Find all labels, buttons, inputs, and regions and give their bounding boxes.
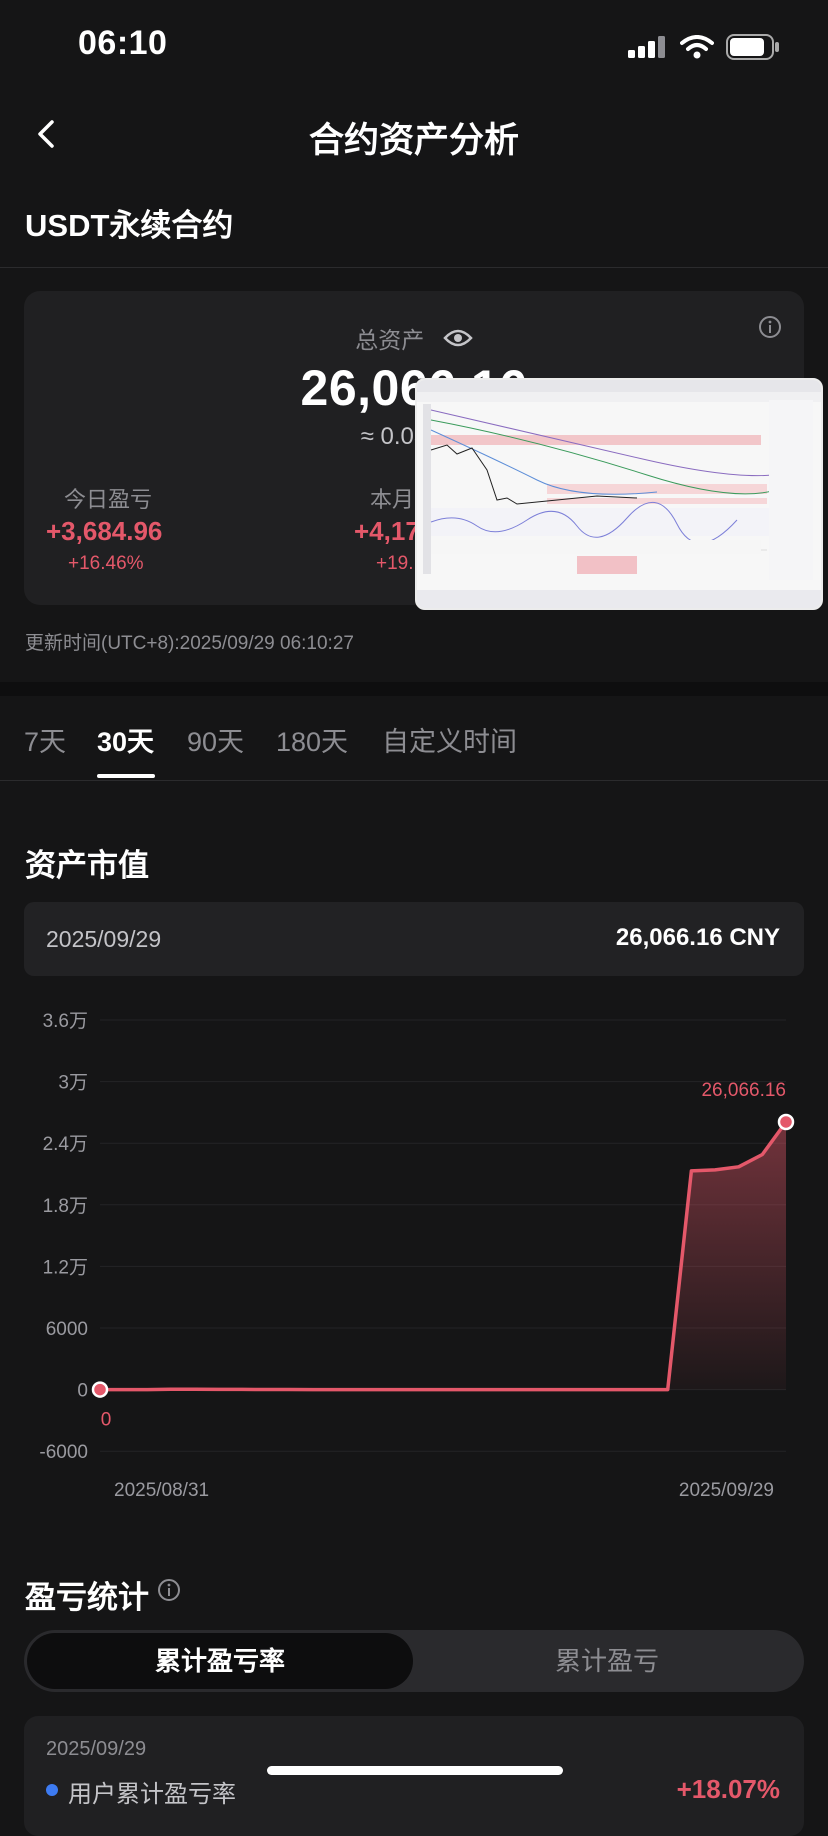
wifi-icon: [680, 35, 714, 59]
chart-start-point: [91, 1381, 109, 1398]
status-icons: [628, 32, 780, 62]
toggle-cumulative-rate[interactable]: 累计盈亏率: [27, 1633, 413, 1689]
y-tick-label: 6000: [46, 1319, 88, 1340]
today-pnl-value: +3,684.96: [46, 516, 163, 546]
tab-180d[interactable]: 180天: [276, 720, 348, 759]
pip-video-thumbnail: [417, 380, 821, 608]
info-icon[interactable]: [157, 1578, 181, 1602]
total-asset-label-row: 总资产: [24, 321, 804, 355]
info-icon[interactable]: [758, 315, 782, 339]
chart-start-label: 0: [101, 1410, 112, 1431]
pl-detail-value: +18.07%: [676, 1774, 780, 1804]
tab-90d[interactable]: 90天: [187, 720, 244, 759]
pl-toggle: 累计盈亏率 累计盈亏: [24, 1630, 804, 1692]
pl-detail-card: 2025/09/29 用户累计盈亏率 +18.07%: [24, 1716, 804, 1836]
y-tick-label: 1.2万: [43, 1257, 88, 1278]
chart-tooltip-bar: 2025/09/29 26,066.16 CNY: [24, 902, 804, 976]
signal-icon: [628, 36, 665, 58]
divider: [0, 267, 828, 268]
chart-end-point: [777, 1113, 795, 1131]
divider: [0, 780, 828, 781]
month-pnl-value: +4,17: [354, 516, 420, 546]
month-pnl-pct: +19.: [376, 553, 414, 574]
battery-icon: [726, 34, 779, 60]
eye-icon[interactable]: [442, 328, 473, 348]
status-time: 06:10: [78, 24, 168, 62]
tooltip-date: 2025/09/29: [46, 926, 162, 952]
pl-stats-title: 盈亏统计: [25, 1580, 149, 1615]
tooltip-value: 26,066.16 CNY: [615, 924, 780, 951]
y-tick-label: -6000: [39, 1442, 88, 1463]
asset-value-chart[interactable]: 3.6万 3万 2.4万 1.8万 1.2万 6000 0 -6000 0 26,066.16 20…: [0, 1000, 828, 1510]
pl-detail-date: 2025/09/29: [46, 1738, 147, 1760]
update-time: 更新时间(UTC+8):2025/09/29 06:10:27: [25, 633, 354, 654]
chart-title: 资产市值: [25, 848, 149, 883]
tab-active-indicator: [97, 774, 155, 778]
today-pnl-label: 今日盈亏: [64, 487, 153, 512]
y-tick-label: 0: [77, 1381, 88, 1402]
section-separator: [0, 682, 828, 696]
y-tick-label: 2.4万: [43, 1134, 88, 1155]
total-asset-label: 总资产: [355, 327, 425, 353]
x-tick-label: 2025/08/31: [114, 1480, 209, 1501]
section-title: USDT永续合约: [25, 208, 234, 243]
tab-custom-time[interactable]: 自定义时间: [382, 720, 517, 759]
y-tick-label: 3万: [58, 1073, 88, 1094]
y-tick-label: 3.6万: [43, 1011, 88, 1032]
x-tick-label: 2025/09/29: [679, 1480, 774, 1501]
pip-video-overlay[interactable]: [415, 378, 823, 610]
tab-30d[interactable]: 30天: [97, 720, 154, 759]
toggle-cumulative-pnl[interactable]: 累计盈亏: [413, 1633, 801, 1689]
today-pnl-pct: +16.46%: [68, 553, 144, 574]
chart-end-label: 26,066.16: [701, 1080, 786, 1101]
y-tick-label: 1.8万: [43, 1196, 88, 1217]
month-pnl-label: 本月: [370, 487, 415, 512]
page-title: 合约资产分析: [308, 121, 519, 160]
tab-7d[interactable]: 7天: [24, 720, 66, 759]
legend-dot: [46, 1784, 58, 1796]
home-indicator: [267, 1766, 563, 1775]
